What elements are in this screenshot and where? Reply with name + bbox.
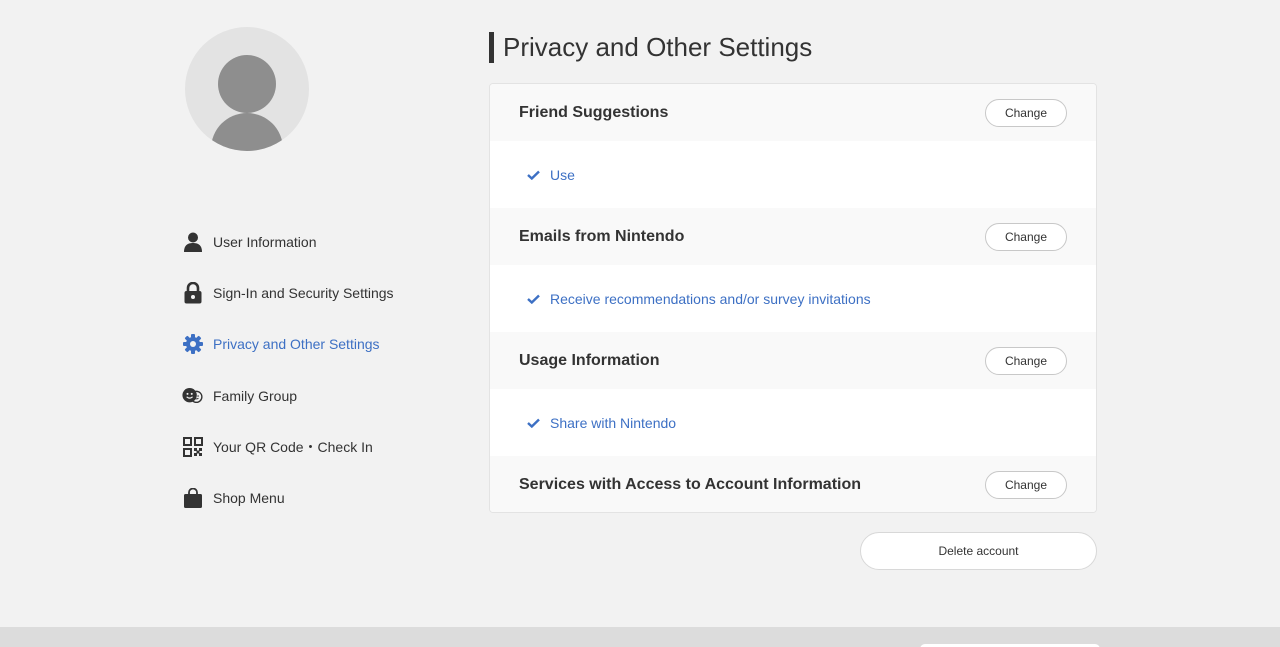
- avatar: [185, 27, 309, 151]
- section-header-friend-suggestions: Friend Suggestions Change: [490, 84, 1096, 141]
- sidebar-item-sign-in-security[interactable]: Sign-In and Security Settings: [182, 267, 472, 318]
- checkmark-icon: [527, 294, 540, 304]
- sidebar-item-shop-menu[interactable]: Shop Menu: [182, 472, 472, 523]
- delete-account-button[interactable]: Delete account: [860, 532, 1097, 570]
- section-header-usage-information: Usage Information Change: [490, 332, 1096, 389]
- footer: [0, 627, 1280, 647]
- sidebar-item-label: Shop Menu: [213, 490, 285, 506]
- page-title: Privacy and Other Settings: [489, 32, 812, 63]
- section-header-services-access: Services with Access to Account Informat…: [490, 456, 1096, 513]
- section-title: Emails from Nintendo: [519, 228, 684, 246]
- change-usage-information-button[interactable]: Change: [985, 347, 1067, 375]
- sidebar-item-label: Privacy and Other Settings: [213, 336, 380, 352]
- section-value: Receive recommendations and/or survey in…: [550, 291, 871, 307]
- section-title: Usage Information: [519, 352, 659, 370]
- change-friend-suggestions-button[interactable]: Change: [985, 99, 1067, 127]
- section-title: Friend Suggestions: [519, 104, 668, 122]
- avatar-body: [211, 113, 283, 151]
- avatar-head: [218, 55, 276, 113]
- page-title-text: Privacy and Other Settings: [503, 32, 812, 63]
- section-value-usage-information: Share with Nintendo: [490, 389, 1096, 456]
- section-value: Use: [550, 167, 575, 183]
- gear-icon: [182, 333, 204, 355]
- section-header-emails: Emails from Nintendo Change: [490, 208, 1096, 265]
- sidebar-item-label: Sign-In and Security Settings: [213, 285, 394, 301]
- checkmark-icon: [527, 170, 540, 180]
- section-value: Share with Nintendo: [550, 415, 676, 431]
- sidebar-item-user-information[interactable]: User Information: [182, 216, 472, 267]
- user-icon: [182, 231, 204, 253]
- change-emails-button[interactable]: Change: [985, 223, 1067, 251]
- family-icon: [182, 385, 204, 407]
- checkmark-icon: [527, 418, 540, 428]
- sidebar-item-family-group[interactable]: Family Group: [182, 370, 472, 421]
- sidebar-nav: User Information Sign-In and Security Se…: [182, 216, 472, 524]
- change-services-access-button[interactable]: Change: [985, 471, 1067, 499]
- lock-icon: [182, 282, 204, 304]
- qr-code-icon: [182, 436, 204, 458]
- settings-panel: Friend Suggestions Change Use Emails fro…: [489, 83, 1097, 513]
- section-title: Services with Access to Account Informat…: [519, 476, 861, 494]
- sidebar-item-label: Family Group: [213, 388, 297, 404]
- section-value-emails: Receive recommendations and/or survey in…: [490, 265, 1096, 332]
- sidebar-item-qr-code[interactable]: Your QR Code・Check In: [182, 421, 472, 472]
- sidebar-item-label: User Information: [213, 234, 316, 250]
- sidebar-item-privacy[interactable]: Privacy and Other Settings: [182, 319, 472, 370]
- section-value-friend-suggestions: Use: [490, 141, 1096, 208]
- shopping-bag-icon: [182, 487, 204, 509]
- sidebar-item-label: Your QR Code・Check In: [213, 437, 373, 457]
- title-accent-bar: [489, 32, 494, 63]
